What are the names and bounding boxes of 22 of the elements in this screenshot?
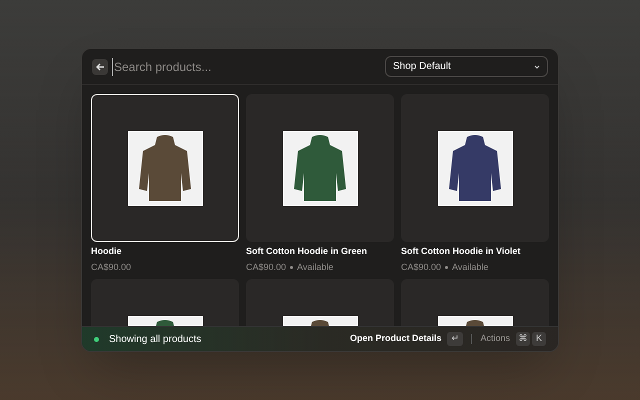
product-price: CA$90.00 [401, 260, 442, 274]
back-button[interactable] [92, 58, 108, 74]
product-card[interactable] [246, 94, 394, 242]
shortcut-key: K [532, 332, 546, 346]
product-name: Hoodie [91, 245, 122, 258]
availability-text: Available [452, 260, 488, 274]
back-arrow-icon [96, 62, 104, 70]
product-name: Soft Cotton Hoodie in Violet [401, 245, 522, 258]
status-message: Showing all products [109, 332, 202, 346]
product-card[interactable] [401, 94, 549, 242]
product-name: Soft Cotton Hoodie in Green [246, 245, 368, 258]
availability-text: Available [297, 260, 334, 274]
chevron-down-icon [534, 64, 540, 68]
product-price: CA$90.00 [91, 260, 132, 274]
open-details-button[interactable]: Open Product Details [350, 332, 442, 346]
shop-dropdown[interactable]: Shop Default [385, 56, 548, 77]
product-card[interactable] [91, 94, 239, 242]
search-field[interactable]: Search products... [112, 58, 381, 76]
product-price: CA$90.00 [246, 260, 286, 274]
actions-button[interactable]: Actions [480, 332, 510, 346]
enter-key: ↵ [447, 332, 464, 346]
shortcut-key: ⌘ [516, 332, 530, 346]
